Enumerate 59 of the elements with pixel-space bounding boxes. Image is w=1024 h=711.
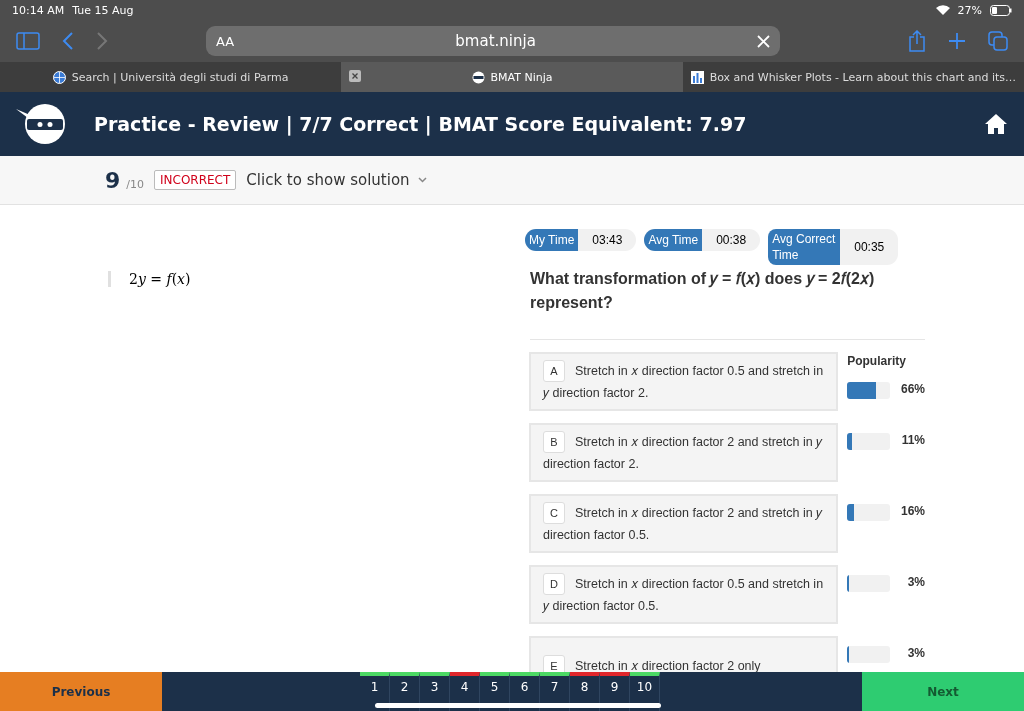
answer-option[interactable]: E Stretch in 𝑥 direction factor 2 only: [529, 636, 839, 672]
home-icon[interactable]: [984, 113, 1008, 135]
popularity-percent: 16%: [899, 504, 925, 518]
share-icon[interactable]: [908, 30, 926, 52]
popularity-percent: 66%: [899, 382, 925, 396]
popularity-percent: 3%: [906, 646, 925, 660]
battery-icon: [990, 4, 1012, 16]
question-link[interactable]: 8: [570, 672, 600, 711]
text-size-button[interactable]: AA: [216, 33, 235, 49]
popularity-heading: Popularity: [847, 354, 907, 370]
timer-label: Avg Time: [644, 229, 703, 251]
timer-value: 00:38: [715, 233, 748, 247]
battery-percentage: 27%: [957, 3, 982, 17]
clock: 10:14 AM: [12, 3, 65, 17]
question-link[interactable]: 3: [420, 672, 450, 711]
next-button[interactable]: Next: [862, 672, 1024, 711]
question-link[interactable]: 6: [510, 672, 540, 711]
chevron-down-icon: [417, 177, 427, 183]
question-link[interactable]: 2: [390, 672, 420, 711]
question-number: 9: [105, 167, 121, 193]
timer-value: 03:43: [591, 233, 624, 247]
show-solution-toggle[interactable]: Click to show solution: [242, 171, 431, 189]
back-icon[interactable]: [62, 32, 74, 50]
timer-value: 00:35: [853, 240, 886, 254]
popularity-percent: 3%: [906, 575, 925, 589]
popularity-percent: 11%: [900, 433, 925, 447]
timer-label: Avg Correct Time: [768, 229, 841, 265]
timer-label: My Time: [525, 229, 579, 251]
ninja-icon: [471, 70, 485, 84]
answer-option[interactable]: C Stretch in 𝑥 direction factor 2 and stretch in 𝑦 direction factor 0.5.: [529, 494, 839, 553]
forward-icon[interactable]: [96, 32, 108, 50]
plus-icon[interactable]: [948, 32, 966, 50]
question-total: /10: [126, 177, 144, 191]
answer-option[interactable]: B Stretch in 𝑥 direction factor 2 and stretch in 𝑦 direction factor 2.: [529, 423, 839, 482]
tabs-icon[interactable]: [988, 31, 1008, 51]
question-text: What transformation of 𝑦 = 𝑓(𝑥) does 𝑦 = 2𝑓(2𝑥) represent?: [530, 269, 876, 313]
question-link[interactable]: 9: [600, 672, 630, 711]
close-icon[interactable]: [349, 70, 362, 82]
browser-tab[interactable]: BMAT Ninja: [341, 62, 683, 92]
question-link[interactable]: 5: [480, 672, 510, 711]
question-link[interactable]: 1: [360, 672, 390, 711]
answer-option[interactable]: A Stretch in 𝑥 direction factor 0.5 and stretch in 𝑦 direction factor 2.: [529, 352, 839, 411]
globe-icon: [52, 70, 66, 84]
date: Tue 15 Aug: [72, 3, 134, 17]
page-title: Practice - Review | 7/7 Correct | BMAT Score Equivalent: 7.97: [94, 113, 748, 135]
url-text: bmat.ninja: [454, 32, 537, 50]
question-link[interactable]: 10: [630, 672, 660, 711]
previous-button[interactable]: Previous: [0, 672, 162, 711]
ninja-logo-icon: [16, 103, 66, 145]
sidebar-icon[interactable]: [16, 32, 40, 50]
question-link[interactable]: 4: [450, 672, 480, 711]
bar-chart-icon: [690, 70, 704, 84]
address-bar[interactable]: AA bmat.ninja: [206, 26, 780, 56]
question-stem: 2𝑦 = 𝑓(𝑥): [108, 271, 525, 287]
wifi-icon: [935, 5, 950, 15]
close-icon[interactable]: [757, 34, 770, 48]
question-link[interactable]: 7: [540, 672, 570, 711]
result-label: INCORRECT: [154, 170, 237, 190]
answer-option[interactable]: D Stretch in 𝑥 direction factor 0.5 and stretch in 𝑦 direction factor 0.5.: [529, 565, 839, 624]
